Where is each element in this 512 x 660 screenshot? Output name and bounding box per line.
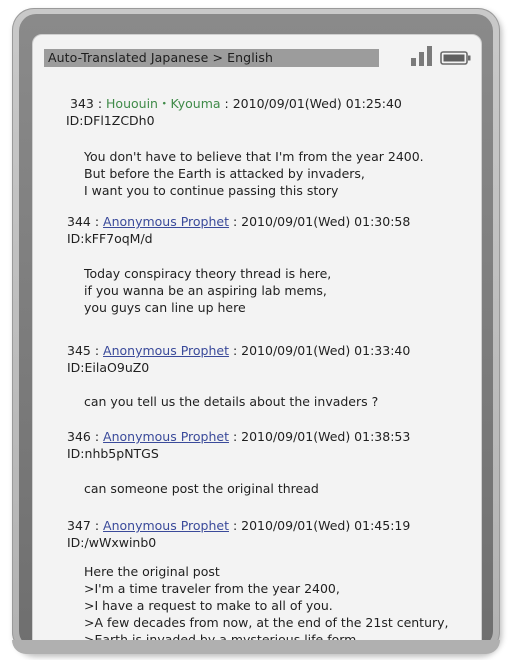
poster-name-link[interactable]: Anonymous Prophet — [103, 518, 229, 533]
translation-label: Auto-Translated Japanese > English — [48, 50, 273, 65]
body-line: if you wanna be an aspiring lab mems, — [84, 283, 327, 298]
poster-name-link[interactable]: Anonymous Prophet — [103, 214, 229, 229]
translation-status-bar: Auto-Translated Japanese > English — [44, 49, 379, 67]
body-line: >I'm a time traveler from the year 2400, — [84, 581, 340, 596]
poster-name[interactable]: Hououin・Kyouma — [106, 96, 221, 111]
post-date: : 2010/09/01(Wed) 01:30:58 — [228, 214, 411, 229]
post-body: can someone post the original thread — [84, 480, 319, 497]
post-id: ID:kFF7oqM/d — [67, 231, 153, 246]
battery-icon — [440, 51, 471, 65]
body-line: can someone post the original thread — [84, 481, 319, 496]
poster-name-link[interactable]: Anonymous Prophet — [103, 343, 229, 358]
body-line: Today conspiracy theory thread is here, — [84, 266, 332, 281]
post-id: ID:/wWxwinb0 — [67, 535, 157, 550]
post-number: 343 — [70, 96, 94, 111]
post-date: : 2010/09/01(Wed) 01:45:19 — [228, 518, 411, 533]
post-number: 345 — [67, 343, 91, 358]
post-date: : 2010/09/01(Wed) 01:33:40 — [228, 343, 411, 358]
body-line: >I have a request to make to all of you. — [84, 598, 333, 613]
body-line: But before the Earth is attacked by inva… — [84, 166, 365, 181]
signal-strength-icon — [411, 46, 432, 66]
body-line: Here the original post — [84, 564, 220, 579]
post-body: Here the original post >I'm a time trave… — [84, 563, 449, 648]
post-date: : 2010/09/01(Wed) 01:38:53 — [228, 429, 411, 444]
post-id: ID:nhb5pNTGS — [67, 446, 159, 461]
post-number: 346 — [67, 429, 91, 444]
post-number: 344 — [67, 214, 91, 229]
post-body: Today conspiracy theory thread is here, … — [84, 265, 331, 316]
tablet-bottom-edge — [12, 640, 500, 654]
body-line: >A few decades from now, at the end of t… — [84, 615, 449, 630]
post-id: ID:EilaO9uZ0 — [67, 360, 150, 375]
body-line: You don't have to believe that I'm from … — [84, 149, 424, 164]
post-id: ID:DFl1ZCDh0 — [66, 113, 155, 128]
body-line: I want you to continue passing this stor… — [84, 183, 339, 198]
post-number: 347 — [67, 518, 91, 533]
body-line: you guys can line up here — [84, 300, 246, 315]
post-body: You don't have to believe that I'm from … — [84, 148, 424, 199]
body-line: can you tell us the details about the in… — [84, 394, 379, 409]
poster-name-link[interactable]: Anonymous Prophet — [103, 429, 229, 444]
post-date: : 2010/09/01(Wed) 01:25:40 — [220, 96, 402, 111]
post-body: can you tell us the details about the in… — [84, 393, 378, 410]
